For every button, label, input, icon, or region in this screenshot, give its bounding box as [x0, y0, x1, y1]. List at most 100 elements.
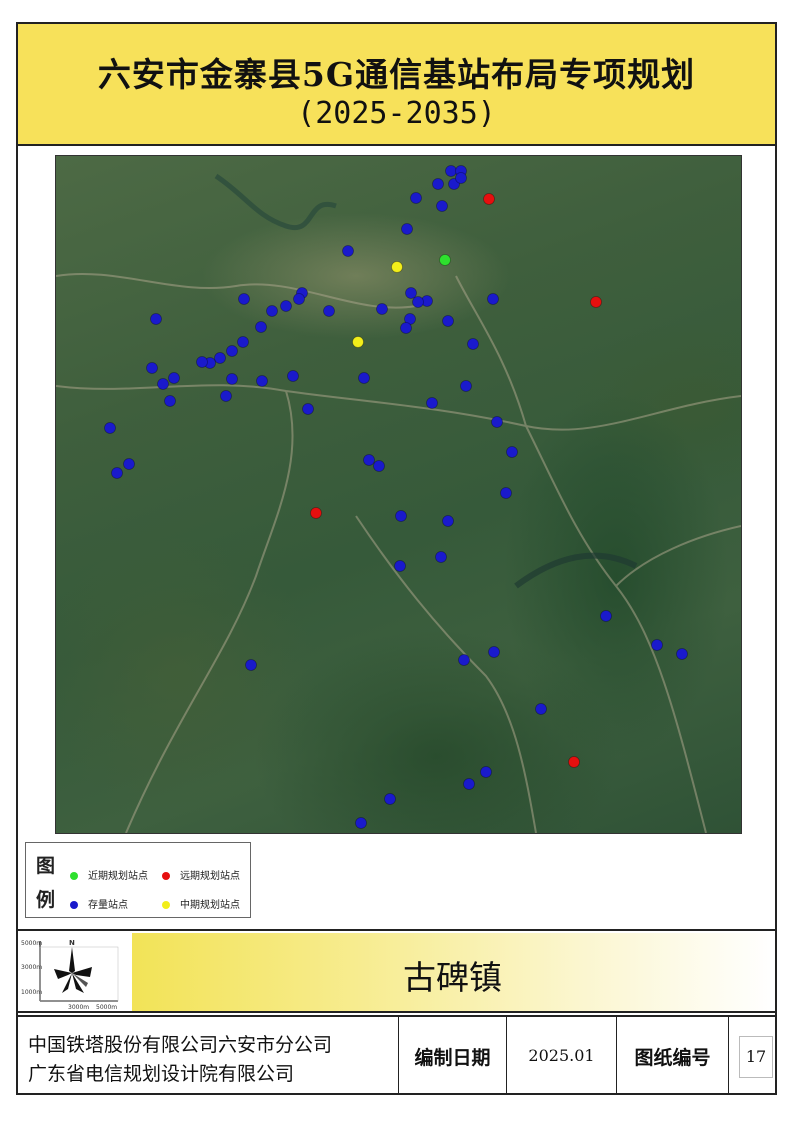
date-label-cell: 编制日期 [398, 1017, 506, 1095]
existing-site-marker[interactable] [651, 639, 663, 651]
existing-site-marker[interactable] [535, 703, 547, 715]
existing-site-marker[interactable] [500, 487, 512, 499]
legend-item-mid-term: 中期规划站点 [162, 896, 240, 911]
north-arrow-icon: 5000m 3000m 1000m 3000m 5000m N [21, 939, 119, 1011]
existing-site-marker[interactable] [401, 223, 413, 235]
existing-site-marker[interactable] [220, 390, 232, 402]
compass-and-scale: 5000m 3000m 1000m 3000m 5000m N [18, 933, 128, 1011]
organization-line-1: 中国铁塔股份有限公司六安市分公司 [28, 1034, 333, 1056]
roads [56, 272, 741, 833]
existing-site-marker[interactable] [435, 551, 447, 563]
existing-site-marker[interactable] [104, 422, 116, 434]
existing-site-marker[interactable] [280, 300, 292, 312]
long-term-site-marker[interactable] [483, 193, 495, 205]
existing-site-marker[interactable] [460, 380, 472, 392]
mid-term-site-marker[interactable] [352, 336, 364, 348]
existing-site-marker[interactable] [480, 766, 492, 778]
existing-site-marker[interactable] [111, 467, 123, 479]
existing-site-marker[interactable] [245, 659, 257, 671]
existing-site-marker[interactable] [467, 338, 479, 350]
existing-site-marker[interactable] [442, 315, 454, 327]
existing-site-marker[interactable] [157, 378, 169, 390]
existing-site-marker[interactable] [410, 192, 422, 204]
near-term-site-marker[interactable] [439, 254, 451, 266]
existing-site-marker[interactable] [256, 375, 268, 387]
long-term-site-marker[interactable] [590, 296, 602, 308]
existing-site-marker[interactable] [487, 293, 499, 305]
existing-site-marker[interactable] [426, 397, 438, 409]
existing-site-marker[interactable] [445, 165, 457, 177]
existing-site-marker[interactable] [150, 313, 162, 325]
legend-heading-top: 图 [36, 855, 56, 877]
existing-site-marker[interactable] [146, 362, 158, 374]
existing-site-marker[interactable] [123, 458, 135, 470]
existing-site-marker[interactable] [676, 648, 688, 660]
existing-site-marker[interactable] [342, 245, 354, 257]
existing-site-marker[interactable] [238, 293, 250, 305]
scale-label: 1000m [21, 989, 42, 996]
existing-site-marker[interactable] [491, 416, 503, 428]
existing-site-marker[interactable] [363, 454, 375, 466]
town-panel: 古碑镇 [132, 933, 773, 1011]
legend-item-near-term: 近期规划站点 [70, 867, 148, 882]
title-block-footer: 中国铁塔股份有限公司六安市分公司 广东省电信规划设计院有限公司 编制日期 202… [18, 1015, 775, 1095]
existing-site-marker[interactable] [287, 370, 299, 382]
existing-site-marker[interactable] [164, 395, 176, 407]
mid-term-site-marker[interactable] [391, 261, 403, 273]
existing-site-marker[interactable] [405, 287, 417, 299]
scale-label: 5000m [21, 940, 42, 947]
existing-site-marker[interactable] [463, 778, 475, 790]
existing-site-marker[interactable] [214, 352, 226, 364]
satellite-map[interactable] [55, 155, 742, 834]
existing-site-marker[interactable] [506, 446, 518, 458]
existing-marker-icon [70, 901, 78, 909]
existing-site-marker[interactable] [168, 372, 180, 384]
existing-site-marker[interactable] [226, 373, 238, 385]
legend-heading-bottom: 例 [36, 889, 56, 911]
sheet-label-cell: 图纸编号 [616, 1017, 728, 1095]
existing-site-marker[interactable] [255, 321, 267, 333]
existing-site-marker[interactable] [412, 296, 424, 308]
map-overlay [56, 165, 741, 833]
existing-site-marker[interactable] [436, 200, 448, 212]
organization-cell: 中国铁塔股份有限公司六安市分公司 广东省电信规划设计院有限公司 [18, 1017, 398, 1095]
existing-site-marker[interactable] [384, 793, 396, 805]
existing-site-marker[interactable] [400, 322, 412, 334]
title-block: 六安市金寨县5G通信基站布局专项规划 (2025-2035) [16, 22, 777, 146]
scale-label: 3000m [21, 964, 42, 971]
date-value-cell: 2025.01 [506, 1017, 616, 1095]
river [214, 173, 337, 231]
existing-site-marker[interactable] [293, 293, 305, 305]
sheet-value-cell: 17 [728, 1017, 775, 1095]
date-label: 编制日期 [414, 1047, 491, 1069]
date-value: 2025.01 [528, 1046, 595, 1065]
existing-site-marker[interactable] [266, 305, 278, 317]
legend-label-long-term: 远期规划站点 [180, 871, 240, 882]
existing-site-marker[interactable] [395, 510, 407, 522]
existing-site-marker[interactable] [226, 345, 238, 357]
existing-site-marker[interactable] [442, 515, 454, 527]
existing-site-marker[interactable] [600, 610, 612, 622]
legend-item-long-term: 远期规划站点 [162, 867, 240, 882]
existing-site-marker[interactable] [237, 336, 249, 348]
existing-site-marker[interactable] [394, 560, 406, 572]
existing-site-marker[interactable] [323, 305, 335, 317]
existing-site-marker[interactable] [458, 654, 470, 666]
plan-period: (2025-2035) [297, 96, 496, 131]
existing-site-marker[interactable] [376, 303, 388, 315]
existing-site-marker[interactable] [455, 172, 467, 184]
existing-site-marker[interactable] [373, 460, 385, 472]
existing-site-marker[interactable] [488, 646, 500, 658]
existing-site-marker[interactable] [302, 403, 314, 415]
existing-site-marker[interactable] [355, 817, 367, 829]
near-term-marker-icon [70, 872, 78, 880]
existing-site-marker[interactable] [432, 178, 444, 190]
long-term-site-marker[interactable] [568, 756, 580, 768]
existing-site-marker[interactable] [196, 356, 208, 368]
site-layer [104, 165, 688, 829]
north-label: N [69, 939, 75, 947]
long-term-site-marker[interactable] [310, 507, 322, 519]
reservoir [514, 552, 638, 589]
existing-site-marker[interactable] [358, 372, 370, 384]
map-title: 六安市金寨县5G通信基站布局专项规划 [97, 55, 696, 94]
